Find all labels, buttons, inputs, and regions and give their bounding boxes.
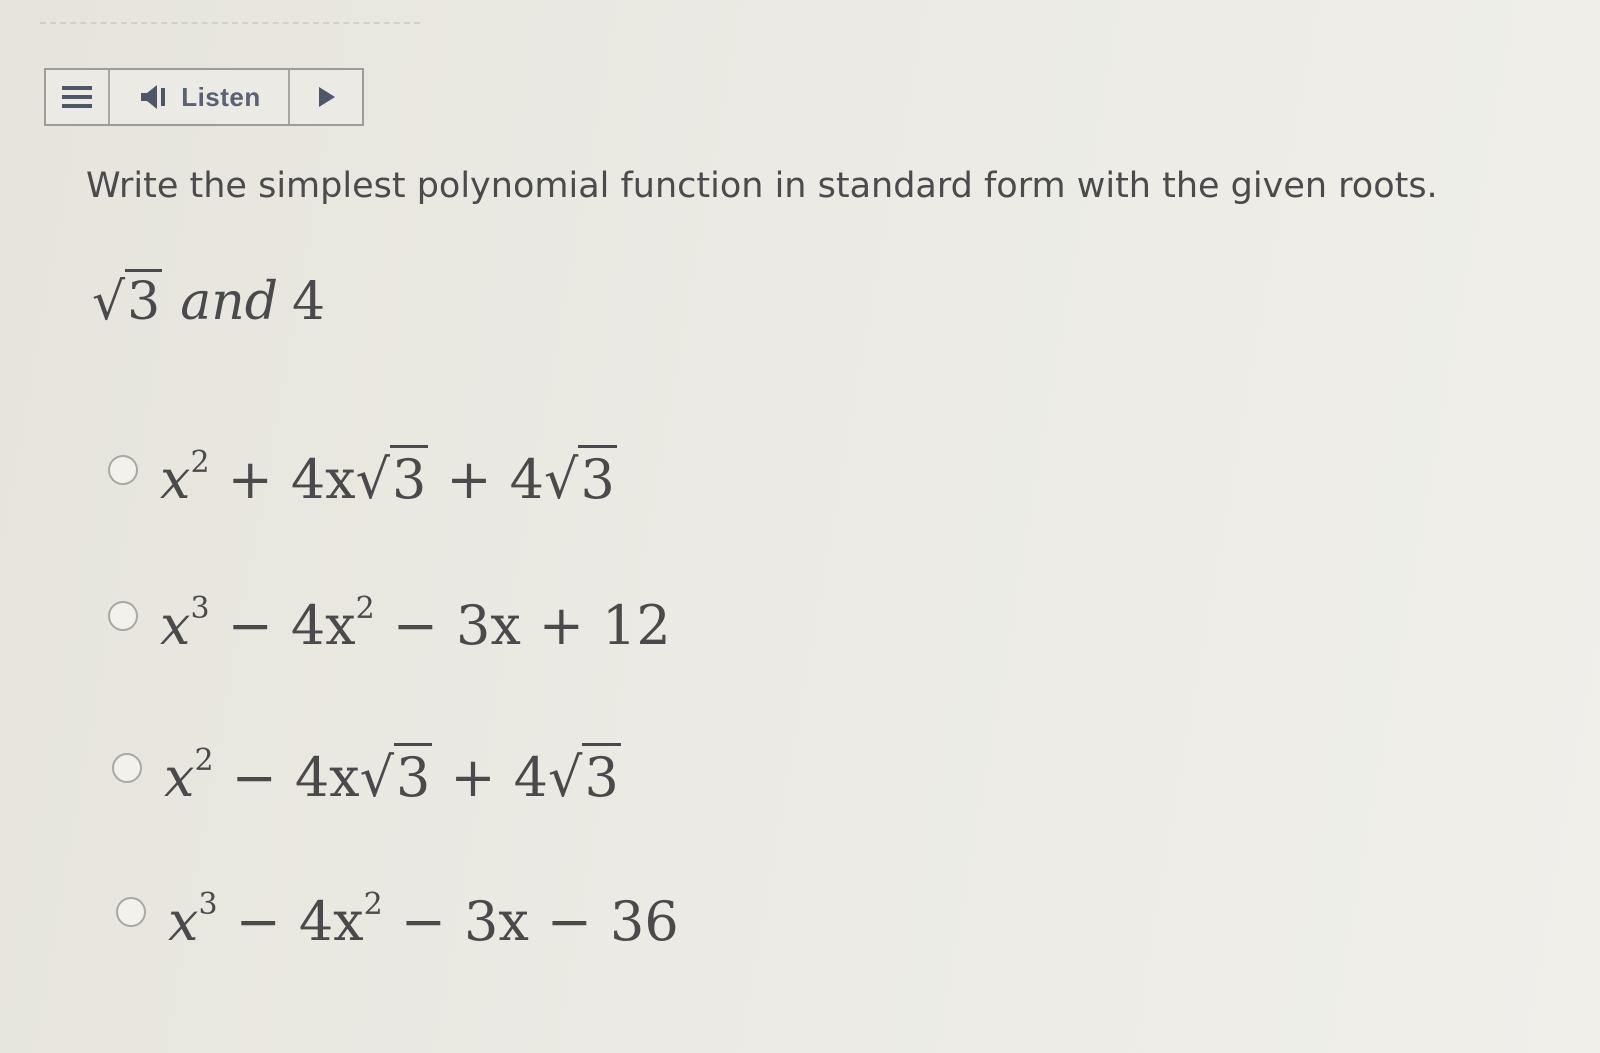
option-expression: x2−4x√3 +4√3 bbox=[164, 743, 621, 809]
radio-button[interactable] bbox=[116, 896, 146, 927]
answer-option-b[interactable]: x3−4x2−3x +12 bbox=[108, 594, 671, 657]
option-expression: x2 +4x√3 +4√3 bbox=[160, 445, 617, 511]
listen-button[interactable]: Listen bbox=[110, 70, 290, 124]
option-expression: x3−4x2−3x +12 bbox=[160, 591, 671, 658]
page-edge-artifact bbox=[40, 22, 420, 30]
read-aloud-toolbar: Listen bbox=[44, 68, 364, 126]
answer-option-a[interactable]: x2 +4x√3 +4√3 bbox=[108, 445, 617, 511]
answer-option-c[interactable]: x2−4x√3 +4√3 bbox=[112, 743, 621, 809]
root-second: 4 bbox=[292, 272, 326, 332]
question-prompt: Write the simplest polynomial function i… bbox=[86, 166, 1438, 206]
hamburger-icon bbox=[62, 86, 92, 108]
play-button[interactable] bbox=[290, 70, 362, 124]
speaker-icon bbox=[141, 85, 166, 109]
root-radicand: 3 bbox=[125, 269, 163, 332]
radio-button[interactable] bbox=[112, 752, 142, 783]
answer-option-d[interactable]: x3−4x2−3x −36 bbox=[116, 890, 679, 953]
listen-label: Listen bbox=[181, 81, 261, 112]
radio-button[interactable] bbox=[108, 600, 138, 631]
sqrt-symbol: √ bbox=[92, 272, 126, 332]
roots-connector: and bbox=[180, 272, 279, 332]
play-icon bbox=[319, 87, 335, 107]
given-roots: √3 and 4 bbox=[92, 269, 326, 332]
menu-button[interactable] bbox=[46, 70, 110, 124]
option-expression: x3−4x2−3x −36 bbox=[168, 887, 679, 954]
radio-button[interactable] bbox=[108, 454, 138, 485]
